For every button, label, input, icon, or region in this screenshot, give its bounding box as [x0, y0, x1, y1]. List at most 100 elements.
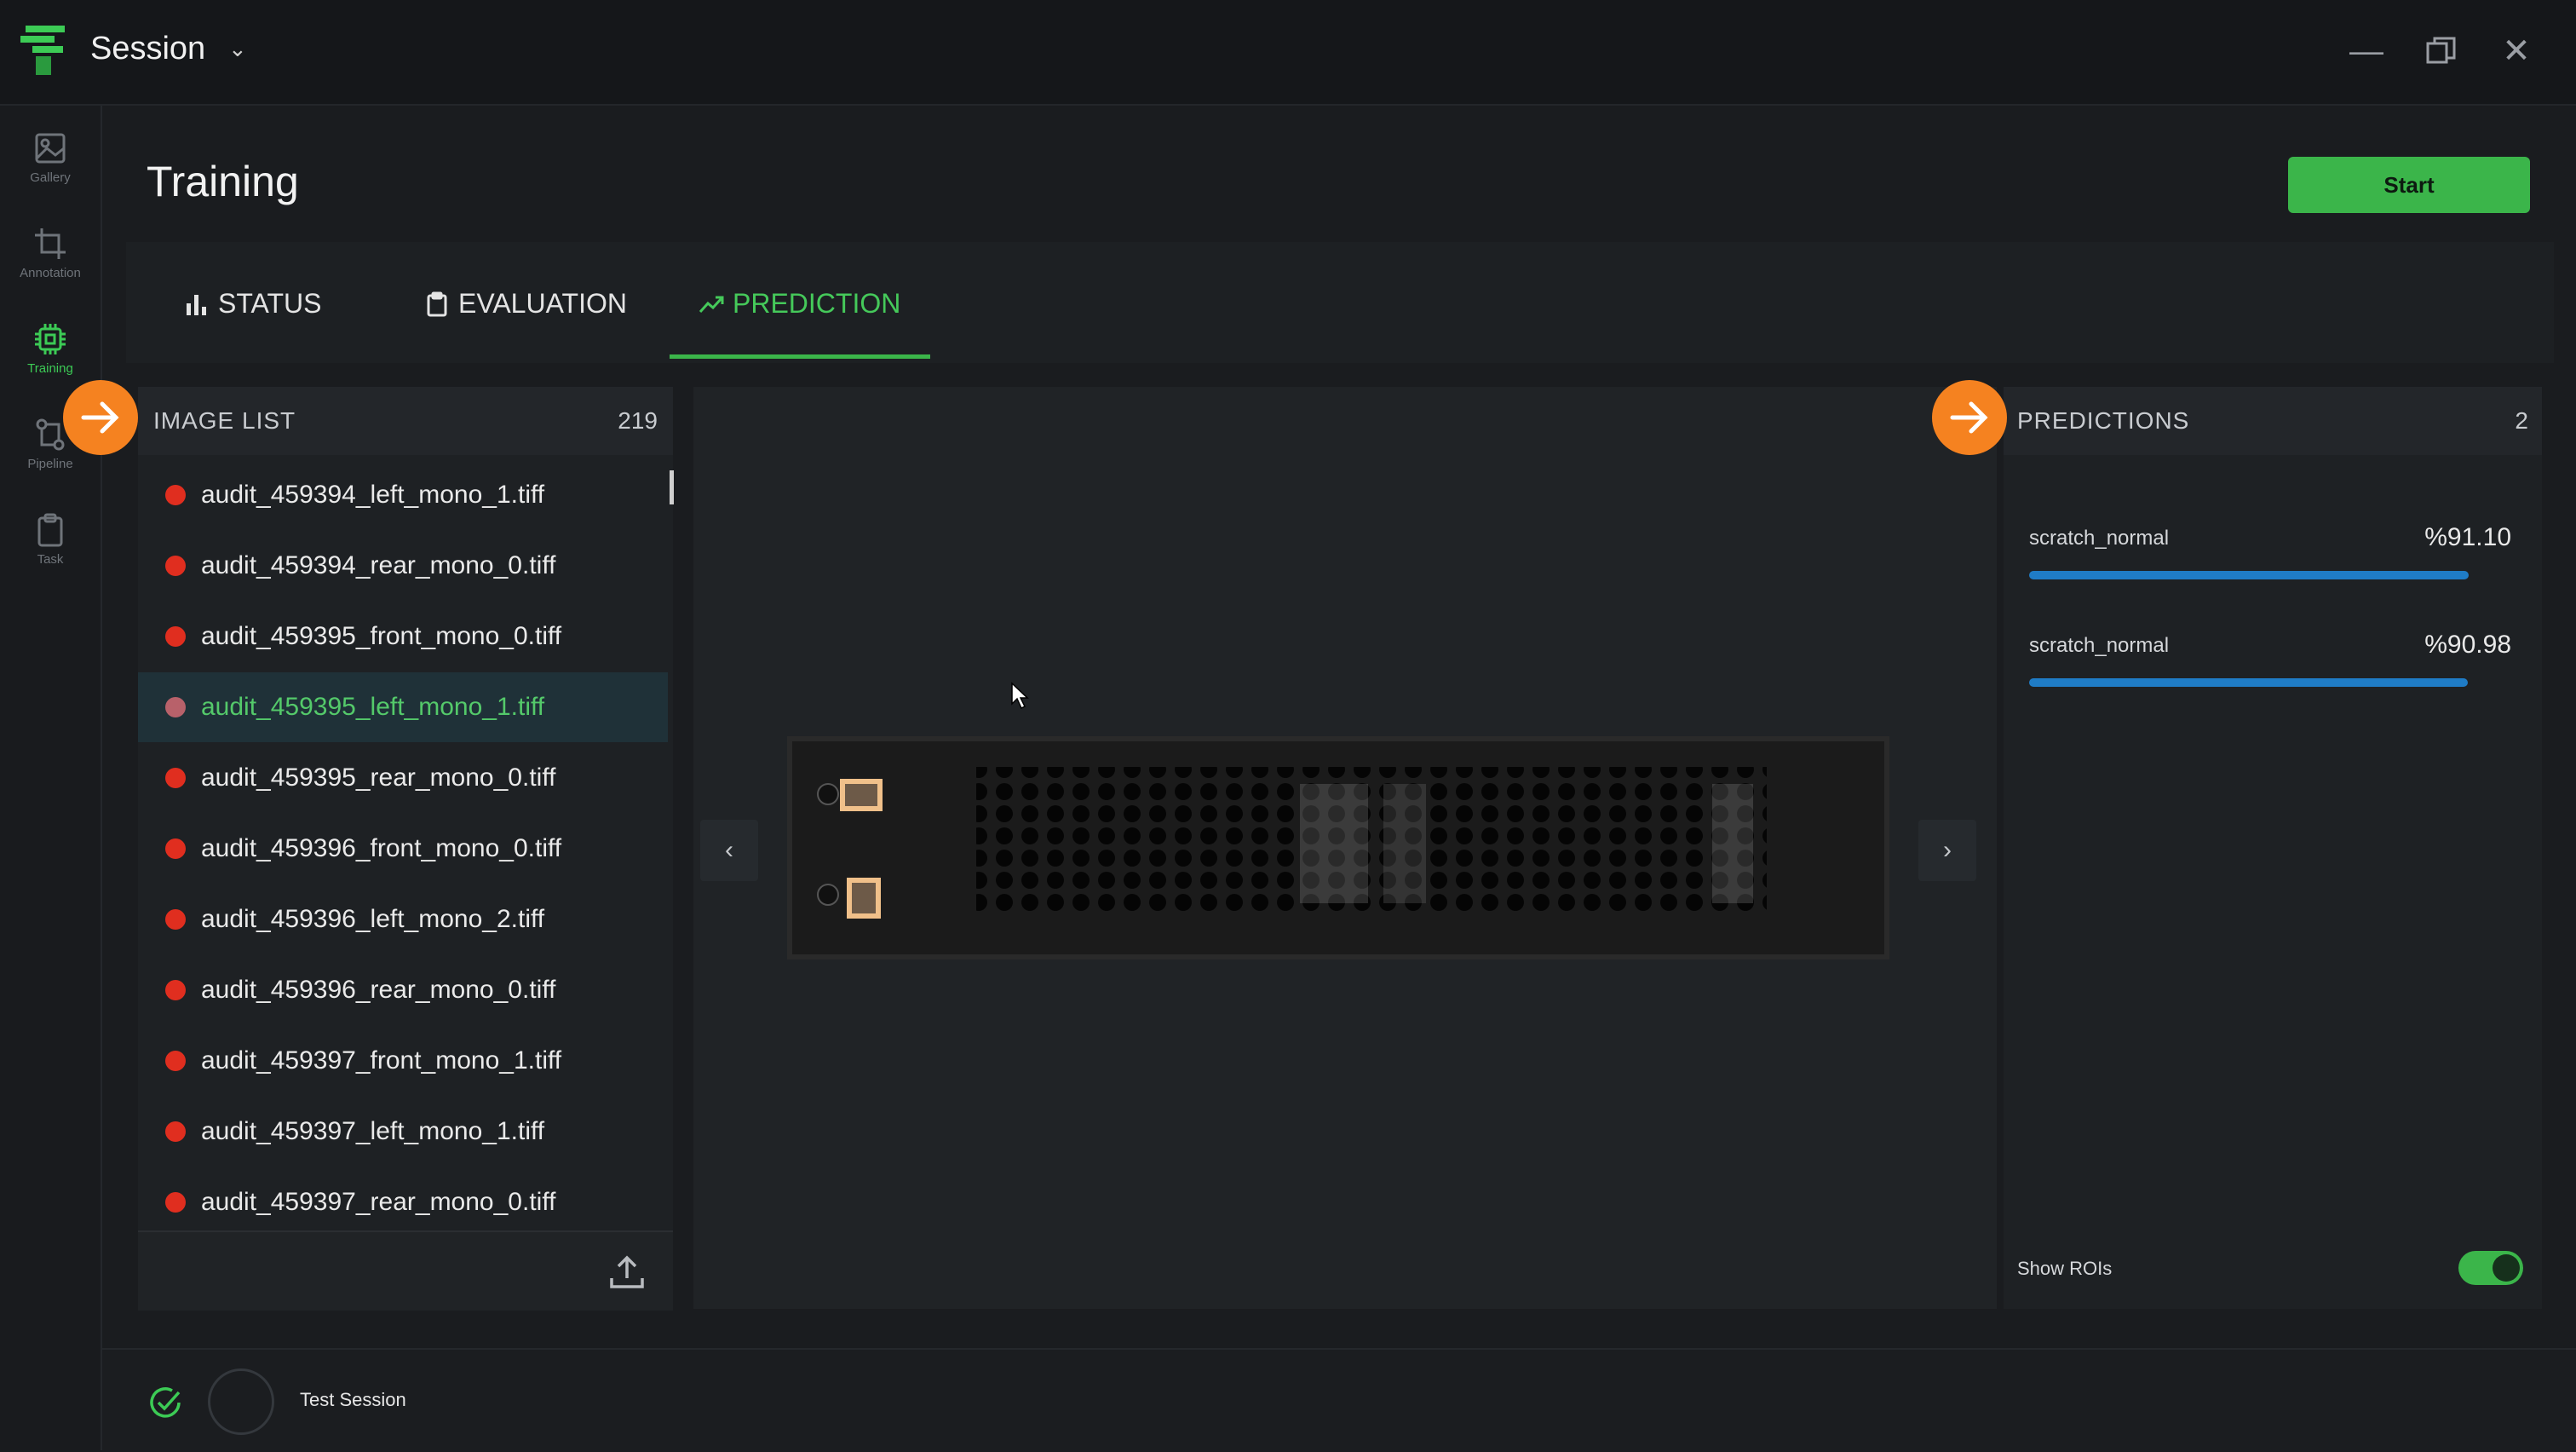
predictions-count: 2 — [2515, 407, 2528, 434]
status-dot — [165, 626, 186, 647]
list-item[interactable]: audit_459394_rear_mono_0.tiff — [138, 531, 668, 601]
status-dot — [165, 556, 186, 576]
sidebar-item-label: Pipeline — [27, 457, 73, 471]
trend-icon — [699, 296, 724, 313]
show-rois-label: Show ROIs — [2017, 1258, 2113, 1279]
sidebar-item-label: Training — [27, 361, 73, 376]
session-title[interactable]: Session — [90, 31, 205, 67]
restore-icon[interactable] — [2416, 26, 2467, 77]
list-item[interactable]: audit_459395_front_mono_0.tiff — [138, 602, 668, 671]
sidebar-item-gallery[interactable]: Gallery — [0, 131, 101, 220]
tab-label: STATUS — [218, 288, 322, 319]
status-bar: Test Session — [102, 1348, 2576, 1452]
file-name: audit_459394_rear_mono_0.tiff — [201, 551, 556, 579]
sidebar-item-annotation[interactable]: Annotation — [0, 227, 101, 315]
sidebar-item-label: Task — [37, 552, 64, 567]
page-title: Training — [147, 158, 299, 205]
file-name: audit_459397_rear_mono_0.tiff — [201, 1188, 556, 1216]
file-name: audit_459396_front_mono_0.tiff — [201, 834, 562, 862]
predictions-panel: PREDICTIONS 2 scratch_normal %91.10 scra… — [2004, 387, 2542, 1309]
status-dot — [165, 838, 186, 859]
file-name: audit_459397_left_mono_1.tiff — [201, 1117, 545, 1145]
confidence-fill — [2029, 571, 2469, 579]
list-item[interactable]: audit_459396_front_mono_0.tiff — [138, 814, 668, 884]
file-name: audit_459395_front_mono_0.tiff — [201, 622, 562, 650]
file-name: audit_459395_rear_mono_0.tiff — [201, 763, 556, 792]
status-dot — [165, 485, 186, 505]
title-bar: Session ⌄ — ✕ — [0, 0, 2576, 106]
clipboard-icon — [37, 513, 63, 547]
prediction-percent: %91.10 — [2424, 523, 2511, 551]
tab-label: PREDICTION — [733, 288, 901, 319]
list-item[interactable]: audit_459396_left_mono_2.tiff — [138, 884, 668, 954]
next-image-button[interactable]: › — [1918, 820, 1976, 881]
check-circle-icon — [150, 1387, 181, 1418]
chip-icon — [35, 324, 66, 354]
pipeline-icon — [36, 418, 65, 451]
list-item-selected[interactable]: audit_459395_left_mono_1.tiff — [138, 672, 668, 742]
scrollbar-thumb[interactable] — [670, 470, 674, 504]
status-dot — [165, 1192, 186, 1213]
file-name: audit_459396_rear_mono_0.tiff — [201, 976, 556, 1004]
arrow-right-marker-icon — [1932, 380, 2007, 455]
session-name: Test Session — [300, 1389, 406, 1410]
list-item[interactable]: audit_459397_left_mono_1.tiff — [138, 1097, 668, 1167]
upload-icon[interactable] — [608, 1253, 646, 1290]
toggle-knob — [2493, 1254, 2520, 1282]
status-dot — [165, 1051, 186, 1071]
sidebar-item-label: Gallery — [30, 170, 71, 185]
sidebar-item-task[interactable]: Task — [0, 513, 101, 602]
confidence-bar — [2029, 571, 2511, 579]
status-dot — [165, 980, 186, 1000]
image-icon — [35, 133, 66, 164]
device-preview-image — [787, 736, 1889, 959]
start-button[interactable]: Start — [2288, 157, 2530, 213]
prev-image-button[interactable]: ‹ — [700, 820, 758, 881]
clipboard-icon — [427, 291, 447, 316]
sidebar-item-label: Annotation — [20, 266, 81, 280]
status-dot — [165, 697, 186, 717]
image-list-title: IMAGE LIST — [153, 407, 296, 434]
sidebar: Gallery Annotation Training Pipeline Tas… — [0, 106, 102, 1450]
list-item[interactable]: audit_459396_rear_mono_0.tiff — [138, 955, 668, 1025]
close-icon[interactable]: ✕ — [2491, 26, 2542, 77]
app-logo-icon — [20, 26, 65, 75]
prediction-label: scratch_normal — [2029, 634, 2170, 657]
tab-evaluation[interactable]: EVALUATION — [424, 288, 627, 320]
crop-icon — [35, 228, 66, 259]
confidence-bar — [2029, 678, 2511, 687]
prediction-label: scratch_normal — [2029, 527, 2170, 550]
confidence-fill — [2029, 678, 2468, 687]
minimize-icon[interactable]: — — [2341, 26, 2392, 77]
bar-chart-icon — [187, 294, 206, 315]
chevron-left-icon: ‹ — [725, 836, 733, 864]
list-item[interactable]: audit_459394_left_mono_1.tiff — [138, 460, 668, 530]
status-dot — [165, 909, 186, 930]
image-list-header: IMAGE LIST 219 — [138, 387, 673, 455]
chevron-right-icon: › — [1943, 836, 1952, 864]
file-name: audit_459394_left_mono_1.tiff — [201, 481, 545, 509]
active-tab-indicator — [670, 354, 930, 359]
arrow-right-marker-icon — [63, 380, 138, 455]
predictions-header: PREDICTIONS 2 — [2004, 387, 2542, 455]
file-name: audit_459395_left_mono_1.tiff — [201, 693, 545, 721]
mouse-cursor-icon — [1011, 682, 1029, 710]
list-item[interactable]: audit_459395_rear_mono_0.tiff — [138, 743, 668, 813]
prediction-percent: %90.98 — [2424, 631, 2511, 659]
show-rois-toggle[interactable] — [2458, 1251, 2523, 1285]
tab-label: EVALUATION — [458, 288, 627, 319]
tab-status[interactable]: STATUS — [184, 288, 321, 320]
avatar[interactable] — [208, 1368, 274, 1435]
tab-bar: STATUS EVALUATION PREDICTION — [126, 242, 2554, 363]
chevron-down-icon[interactable]: ⌄ — [228, 36, 247, 62]
image-list-footer — [138, 1230, 673, 1311]
predictions-title: PREDICTIONS — [2017, 407, 2190, 434]
list-item[interactable]: audit_459397_rear_mono_0.tiff — [138, 1167, 668, 1237]
image-list-count: 219 — [618, 407, 658, 434]
image-viewer: ‹ › — [693, 387, 1997, 1309]
image-list-panel: IMAGE LIST 219 audit_459394_left_mono_1.… — [138, 387, 674, 1311]
tab-prediction[interactable]: PREDICTION — [699, 288, 900, 320]
file-name: audit_459396_left_mono_2.tiff — [201, 905, 545, 933]
status-dot — [165, 768, 186, 788]
list-item[interactable]: audit_459397_front_mono_1.tiff — [138, 1026, 668, 1096]
